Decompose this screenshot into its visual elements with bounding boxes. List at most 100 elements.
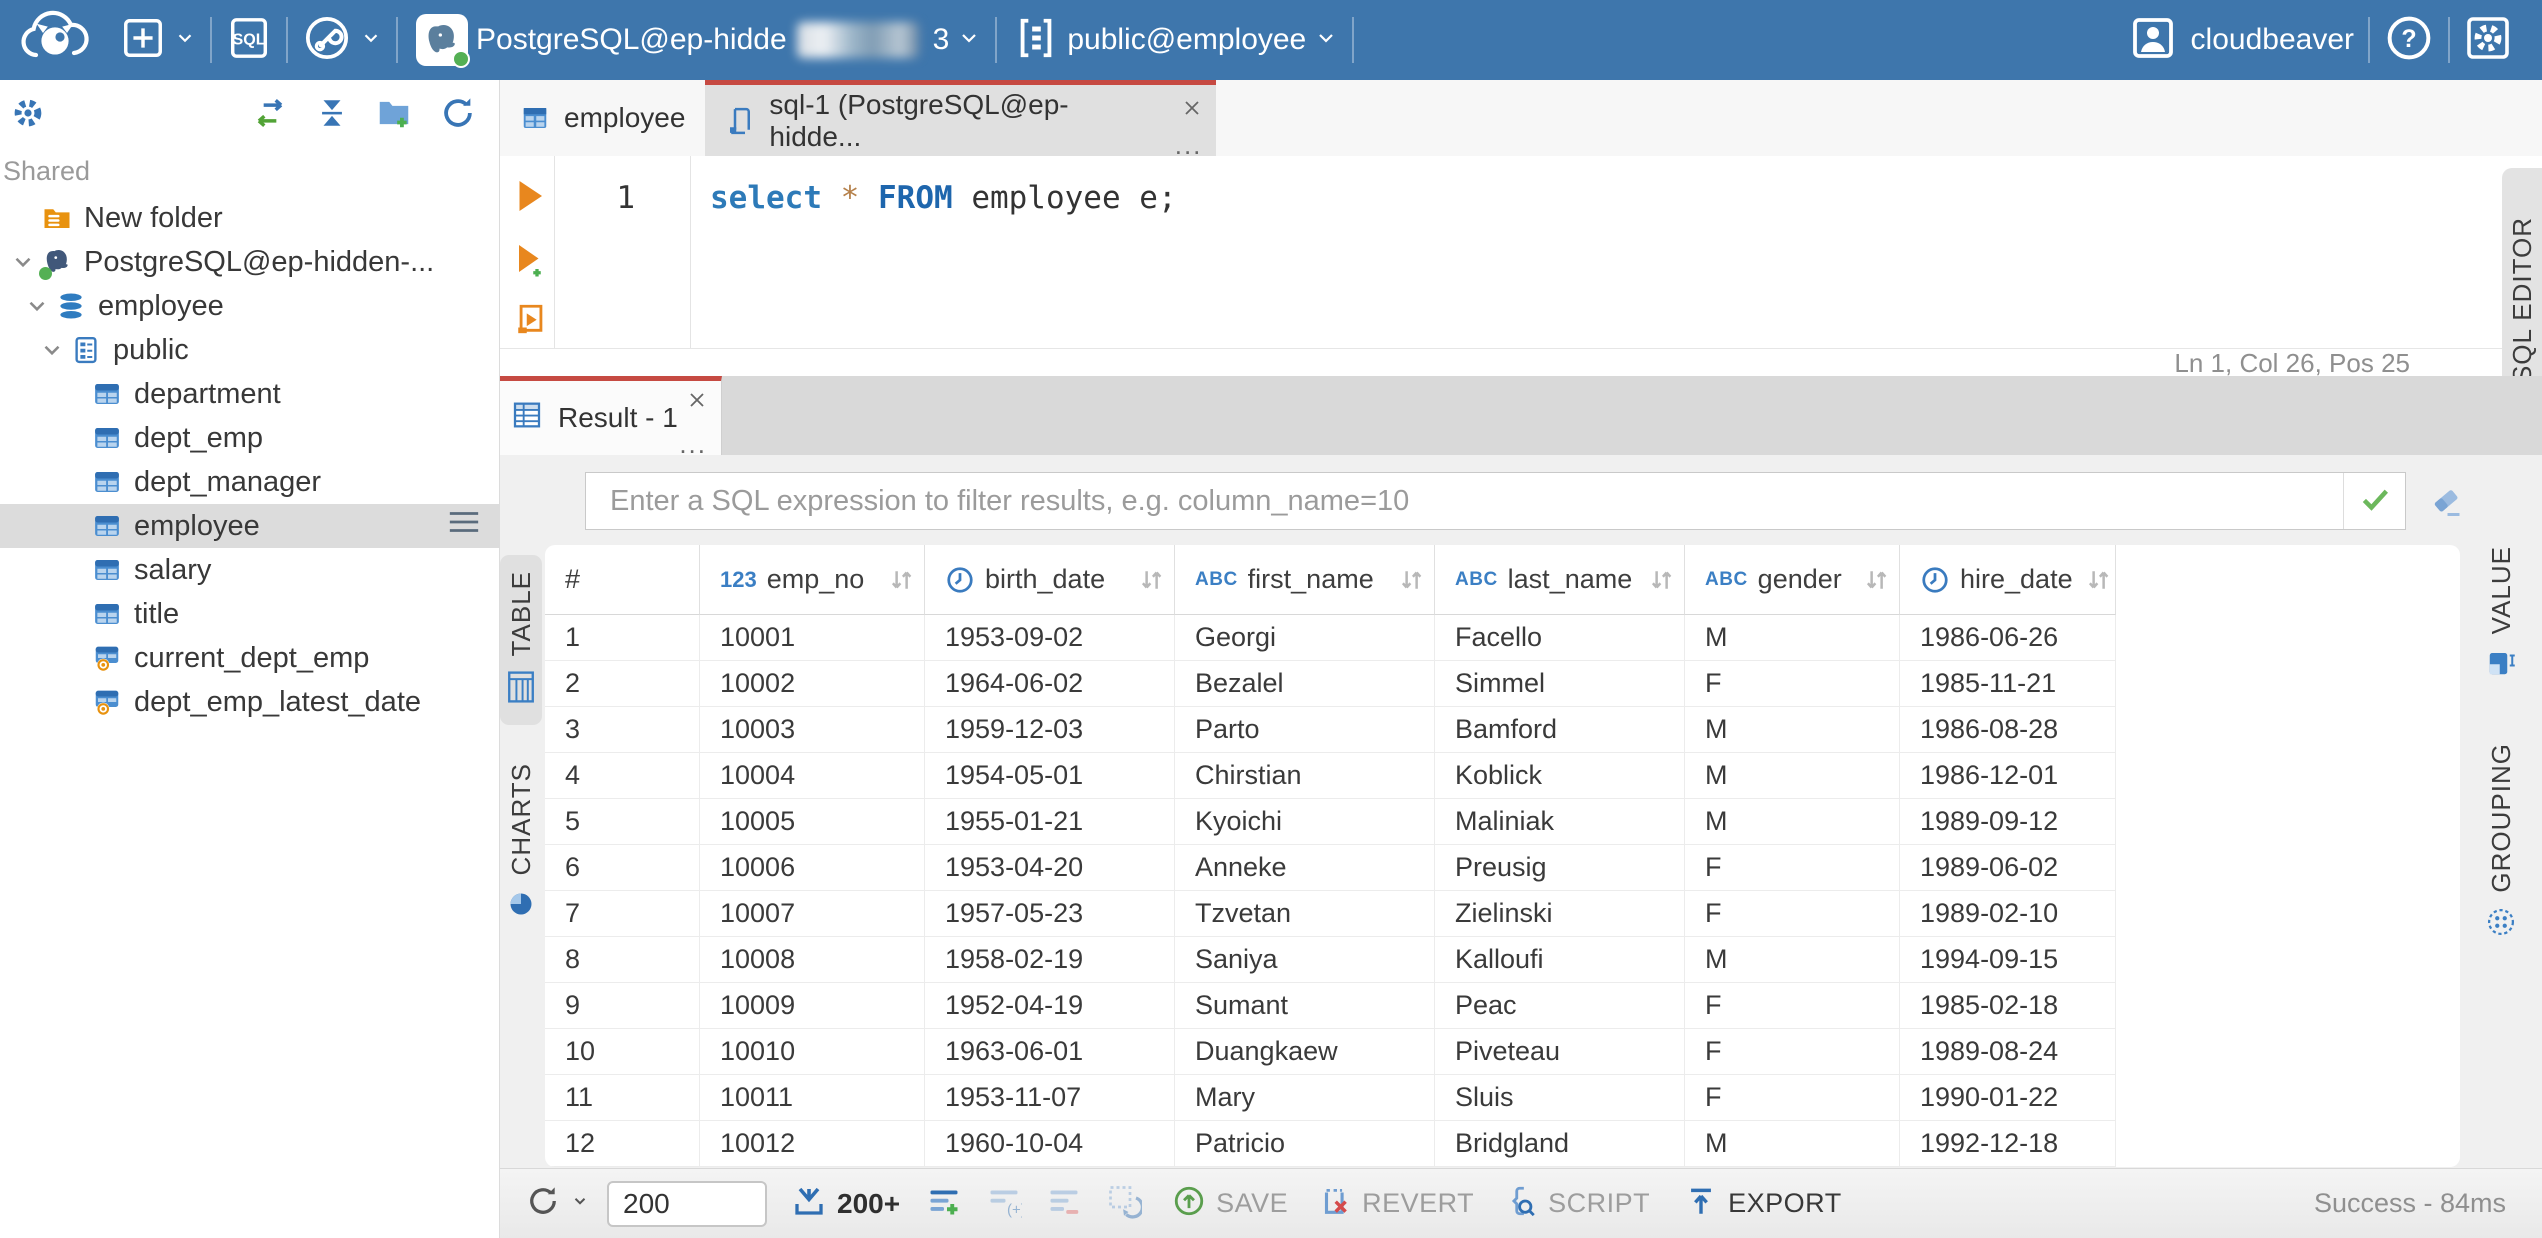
connection-select[interactable]: PostgreSQL@ep-hidde 3 xyxy=(416,14,981,68)
add-row-button[interactable] xyxy=(926,1183,962,1224)
collapse-all-button[interactable] xyxy=(315,96,349,135)
cell-last_name[interactable]: Koblick xyxy=(1435,753,1685,799)
cell-first_name[interactable]: Patricio xyxy=(1175,1121,1435,1167)
cell-birth_date[interactable]: 1964-06-02 xyxy=(925,661,1175,707)
tree-item-public[interactable]: public xyxy=(0,328,499,372)
cell-birth_date[interactable]: 1955-01-21 xyxy=(925,799,1175,845)
cell-first_name[interactable]: Parto xyxy=(1175,707,1435,753)
execute-new-tab-button[interactable] xyxy=(514,242,548,283)
cell-hire_date[interactable]: 1985-11-21 xyxy=(1900,661,2116,707)
column-header-last_name[interactable]: ABC last_name xyxy=(1435,545,1685,615)
cell-rownum[interactable]: 2 xyxy=(545,661,700,707)
script-button[interactable]: SCRIPT xyxy=(1504,1184,1650,1223)
refresh-result-button[interactable] xyxy=(525,1183,589,1224)
cell-emp_no[interactable]: 10002 xyxy=(700,661,925,707)
cell-birth_date[interactable]: 1953-04-20 xyxy=(925,845,1175,891)
close-tab-button[interactable] xyxy=(1180,95,1204,127)
cell-last_name[interactable]: Bamford xyxy=(1435,707,1685,753)
cell-rownum[interactable]: 5 xyxy=(545,799,700,845)
cell-last_name[interactable]: Bridgland xyxy=(1435,1121,1685,1167)
cell-rownum[interactable]: 6 xyxy=(545,845,700,891)
save-button[interactable]: SAVE xyxy=(1172,1184,1288,1223)
revert-button[interactable]: REVERT xyxy=(1318,1184,1474,1223)
cell-gender[interactable]: F xyxy=(1685,1029,1900,1075)
execute-script-button[interactable] xyxy=(514,302,548,341)
cell-gender[interactable]: M xyxy=(1685,753,1900,799)
cell-rownum[interactable]: 3 xyxy=(545,707,700,753)
sort-arrows-icon[interactable] xyxy=(1396,565,1426,595)
cell-first_name[interactable]: Duangkaew xyxy=(1175,1029,1435,1075)
column-header-hire_date[interactable]: hire_date xyxy=(1900,545,2116,615)
cell-first_name[interactable]: Kyoichi xyxy=(1175,799,1435,845)
sort-arrows-icon[interactable] xyxy=(886,565,916,595)
tree-item-postgresql-ep-hidden[interactable]: PostgreSQL@ep-hidden-... xyxy=(0,240,499,284)
cell-birth_date[interactable]: 1960-10-04 xyxy=(925,1121,1175,1167)
sql-editor[interactable]: 1 select * FROM employee e; xyxy=(500,156,2542,348)
cell-first_name[interactable]: Tzvetan xyxy=(1175,891,1435,937)
cell-hire_date[interactable]: 1986-06-26 xyxy=(1900,615,2116,661)
cell-emp_no[interactable]: 10006 xyxy=(700,845,925,891)
cell-first_name[interactable]: Anneke xyxy=(1175,845,1435,891)
export-button[interactable]: EXPORT xyxy=(1684,1184,1842,1223)
cell-rownum[interactable]: 12 xyxy=(545,1121,700,1167)
tab-more-icon[interactable]: ... xyxy=(1175,132,1203,158)
cell-emp_no[interactable]: 10012 xyxy=(700,1121,925,1167)
cell-hire_date[interactable]: 1990-01-22 xyxy=(1900,1075,2116,1121)
cell-rownum[interactable]: 4 xyxy=(545,753,700,799)
tree-item-dept-emp-latest-date[interactable]: dept_emp_latest_date xyxy=(0,680,499,724)
cell-gender[interactable]: M xyxy=(1685,937,1900,983)
tab-employee[interactable]: employee xyxy=(500,80,705,156)
item-menu-icon[interactable] xyxy=(447,509,481,543)
result-more-icon[interactable]: ... xyxy=(679,431,707,457)
tab-charts-view[interactable]: CHARTS xyxy=(500,747,542,938)
filter-input[interactable] xyxy=(586,473,2343,529)
cell-rownum[interactable]: 10 xyxy=(545,1029,700,1075)
cell-hire_date[interactable]: 1994-09-15 xyxy=(1900,937,2116,983)
cell-rownum[interactable]: 9 xyxy=(545,983,700,1029)
cell-gender[interactable]: F xyxy=(1685,845,1900,891)
row-limit-input[interactable] xyxy=(607,1180,767,1227)
cell-gender[interactable]: F xyxy=(1685,891,1900,937)
column-header-first_name[interactable]: ABC first_name xyxy=(1175,545,1435,615)
cell-hire_date[interactable]: 1986-12-01 xyxy=(1900,753,2116,799)
cell-birth_date[interactable]: 1954-05-01 xyxy=(925,753,1175,799)
chevron-down-icon[interactable] xyxy=(37,335,67,365)
tree-item-employee[interactable]: employee xyxy=(0,284,499,328)
cell-emp_no[interactable]: 10008 xyxy=(700,937,925,983)
execute-button[interactable] xyxy=(514,178,546,219)
help-button[interactable]: ? xyxy=(2384,13,2434,68)
schema-select[interactable]: public@employee xyxy=(1013,15,1338,66)
cell-last_name[interactable]: Piveteau xyxy=(1435,1029,1685,1075)
column-header-emp_no[interactable]: 123 emp_no xyxy=(700,545,925,615)
cell-hire_date[interactable]: 1986-08-28 xyxy=(1900,707,2116,753)
result-grid[interactable]: #123 emp_no birth_date ABC first_name ABC last… xyxy=(545,545,2460,1167)
tab-table-view[interactable]: TABLE xyxy=(500,555,542,726)
cell-last_name[interactable]: Zielinski xyxy=(1435,891,1685,937)
cell-last_name[interactable]: Peac xyxy=(1435,983,1685,1029)
cell-gender[interactable]: F xyxy=(1685,983,1900,1029)
tree-item-department[interactable]: department xyxy=(0,372,499,416)
cell-first_name[interactable]: Georgi xyxy=(1175,615,1435,661)
tab-sql-1[interactable]: sql-1 (PostgreSQL@ep-hidde... ... xyxy=(705,80,1217,158)
cell-birth_date[interactable]: 1958-02-19 xyxy=(925,937,1175,983)
cell-birth_date[interactable]: 1963-06-01 xyxy=(925,1029,1175,1075)
cell-last_name[interactable]: Maliniak xyxy=(1435,799,1685,845)
sort-arrows-icon[interactable] xyxy=(1861,565,1891,595)
link-editor-button[interactable] xyxy=(251,94,289,137)
add-folder-button[interactable] xyxy=(375,94,413,137)
cell-hire_date[interactable]: 1989-02-10 xyxy=(1900,891,2116,937)
cell-birth_date[interactable]: 1953-11-07 xyxy=(925,1075,1175,1121)
sort-arrows-icon[interactable] xyxy=(2083,565,2113,595)
column-header-gender[interactable]: ABC gender xyxy=(1685,545,1900,615)
sidebar-settings-button[interactable] xyxy=(10,95,46,136)
column-header-birth_date[interactable]: birth_date xyxy=(925,545,1175,615)
cell-first_name[interactable]: Bezalel xyxy=(1175,661,1435,707)
cell-birth_date[interactable]: 1957-05-23 xyxy=(925,891,1175,937)
cell-first_name[interactable]: Chirstian xyxy=(1175,753,1435,799)
cell-birth_date[interactable]: 1953-09-02 xyxy=(925,615,1175,661)
cell-emp_no[interactable]: 10005 xyxy=(700,799,925,845)
code-line[interactable]: select * FROM employee e; xyxy=(710,180,1177,216)
cell-emp_no[interactable]: 10001 xyxy=(700,615,925,661)
cell-rownum[interactable]: 7 xyxy=(545,891,700,937)
tree-item-current-dept-emp[interactable]: current_dept_emp xyxy=(0,636,499,680)
